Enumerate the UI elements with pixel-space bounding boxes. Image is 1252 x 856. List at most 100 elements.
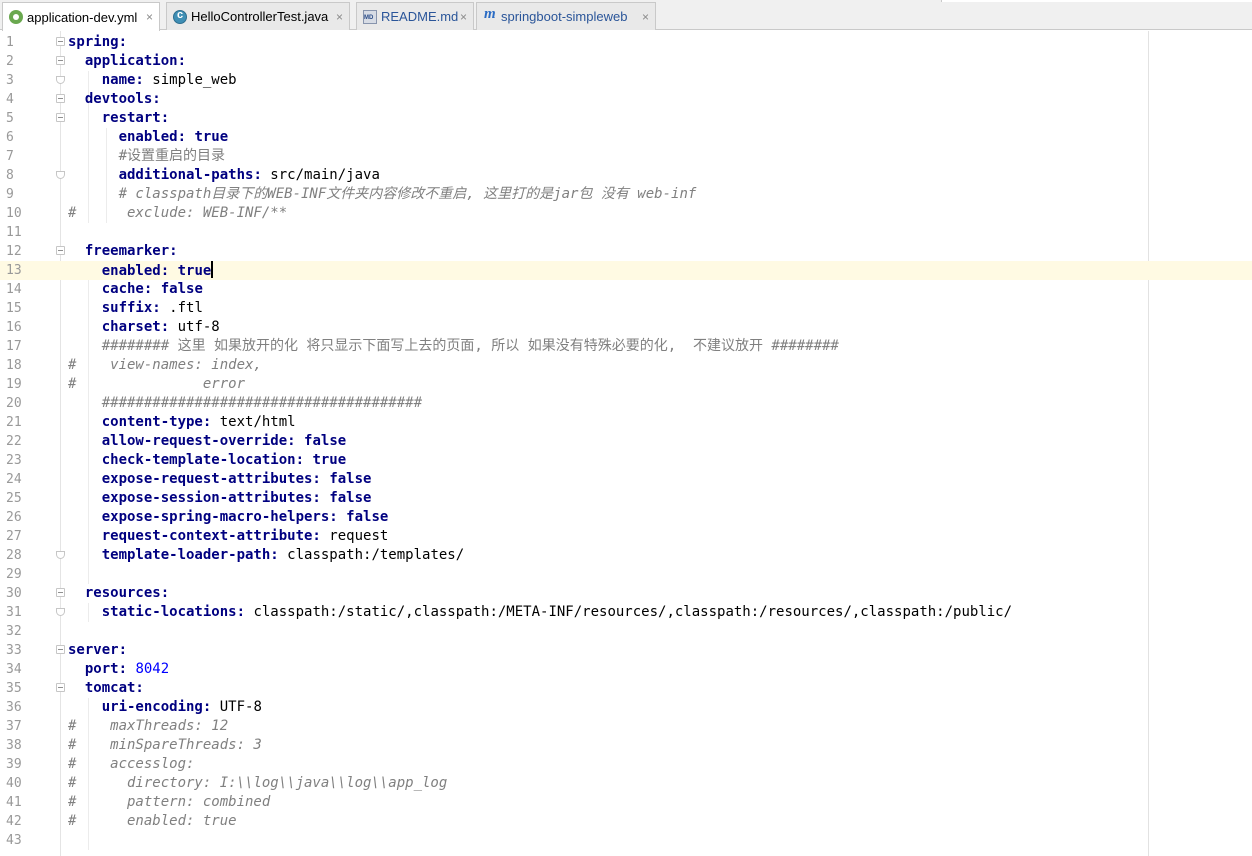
close-icon[interactable]: ×	[146, 10, 153, 24]
code-line[interactable]: 29	[0, 565, 1252, 584]
fold-end-icon[interactable]	[56, 551, 65, 559]
code-line[interactable]: 3 name: simple_web	[0, 71, 1252, 90]
yaml-key-token: check-template-location:	[101, 452, 305, 468]
line-number: 19	[6, 377, 22, 392]
fold-end-icon[interactable]	[56, 171, 65, 179]
code-line[interactable]: 28 template-loader-path: classpath:/temp…	[0, 546, 1252, 565]
text-token: .ftl	[160, 300, 203, 316]
code-line[interactable]: 13 enabled: true	[0, 261, 1252, 280]
line-number: 37	[6, 719, 22, 734]
close-icon[interactable]: ×	[642, 10, 649, 24]
close-icon[interactable]: ×	[336, 10, 343, 24]
code-line[interactable]: 31 static-locations: classpath:/static/,…	[0, 603, 1252, 622]
fold-collapse-icon[interactable]	[56, 37, 65, 46]
yaml-key-token: true	[194, 129, 229, 145]
code-line[interactable]: 32	[0, 622, 1252, 641]
fold-end-icon[interactable]	[56, 76, 65, 84]
editor-tab-bar: application-dev.yml × HelloControllerTes…	[0, 0, 1252, 31]
text-token: request	[320, 528, 389, 544]
tab-hello-controller-test[interactable]: HelloControllerTest.java ×	[166, 2, 350, 30]
fold-collapse-icon[interactable]	[56, 246, 65, 255]
fold-collapse-icon[interactable]	[56, 113, 65, 122]
comment-token: # minSpareThreads: 3	[68, 737, 262, 753]
line-number: 21	[6, 415, 22, 430]
code-line[interactable]: 40 # directory: I:\\log\\java\\log\\app_l…	[0, 774, 1252, 793]
fold-collapse-icon[interactable]	[56, 588, 65, 597]
code-line[interactable]: 27 request-context-attribute: request	[0, 527, 1252, 546]
code-line[interactable]: 33 server:	[0, 641, 1252, 660]
code-line[interactable]: 15 suffix: .ftl	[0, 299, 1252, 318]
code-line[interactable]: 37 # maxThreads: 12	[0, 717, 1252, 736]
code-line[interactable]: 35 tomcat:	[0, 679, 1252, 698]
line-code: enabled: true	[68, 261, 214, 281]
code-line[interactable]: 24 expose-request-attributes: false	[0, 470, 1252, 489]
line-number: 7	[6, 149, 14, 164]
text-token: UTF-8	[211, 699, 262, 715]
code-line[interactable]: 12 freemarker:	[0, 242, 1252, 261]
code-line[interactable]: 42 # enabled: true	[0, 812, 1252, 831]
code-line[interactable]: 19 # error	[0, 375, 1252, 394]
comment-token: # maxThreads: 12	[68, 718, 229, 734]
code-line[interactable]: 10 # exclude: WEB-INF/**	[0, 204, 1252, 223]
fold-collapse-icon[interactable]	[56, 94, 65, 103]
yaml-key-token: enabled:	[118, 129, 187, 145]
comment-token: # pattern: combined	[68, 794, 271, 810]
tab-readme-md[interactable]: README.md ×	[356, 2, 474, 30]
code-line[interactable]: 14 cache: false	[0, 280, 1252, 299]
code-line[interactable]: 9 # classpath目录下的WEB-INF文件夹内容修改不重启, 这里打的…	[0, 185, 1252, 204]
tab-label: README.md	[381, 9, 459, 24]
code-line[interactable]: 26 expose-spring-macro-helpers: false	[0, 508, 1252, 527]
code-line[interactable]: 6 enabled: true	[0, 128, 1252, 147]
code-line[interactable]: 30 resources:	[0, 584, 1252, 603]
line-code: # directory: I:\\log\\java\\log\\app_log	[68, 774, 447, 793]
code-line[interactable]: 5 restart:	[0, 109, 1252, 128]
line-code: server:	[68, 641, 127, 660]
comment-token: # accesslog:	[68, 756, 195, 772]
fold-collapse-icon[interactable]	[56, 645, 65, 654]
line-code: static-locations: classpath:/static/,cla…	[68, 603, 1012, 622]
tab-springboot-simpleweb[interactable]: springboot-simpleweb ×	[476, 2, 656, 30]
code-line[interactable]: 22 allow-request-override: false	[0, 432, 1252, 451]
code-line[interactable]: 16 charset: utf-8	[0, 318, 1252, 337]
code-line[interactable]: 34 port: 8042	[0, 660, 1252, 679]
code-line[interactable]: 20 #####################################…	[0, 394, 1252, 413]
fold-end-icon[interactable]	[56, 608, 65, 616]
code-line[interactable]: 23 check-template-location: true	[0, 451, 1252, 470]
code-line[interactable]: 11	[0, 223, 1252, 242]
fold-collapse-icon[interactable]	[56, 683, 65, 692]
code-editor[interactable]: 1 spring: 2 application: 3 name: simple_web…	[0, 31, 1252, 856]
line-number: 1	[6, 35, 14, 50]
code-line[interactable]: 4 devtools:	[0, 90, 1252, 109]
code-line[interactable]: 17 ######## 这里 如果放开的化 将只显示下面写上去的页面, 所以 如…	[0, 337, 1252, 356]
code-line[interactable]: 7 #设置重启的目录	[0, 147, 1252, 166]
code-line[interactable]: 41 # pattern: combined	[0, 793, 1252, 812]
yaml-key-token: expose-session-attributes:	[101, 490, 321, 506]
code-line[interactable]: 43	[0, 831, 1252, 850]
fold-collapse-icon[interactable]	[56, 56, 65, 65]
tab-application-dev-yml[interactable]: application-dev.yml ×	[2, 2, 160, 31]
code-line[interactable]: 39 # accesslog:	[0, 755, 1252, 774]
tab-label: HelloControllerTest.java	[191, 9, 329, 24]
line-code: check-template-location: true	[68, 451, 346, 470]
code-line[interactable]: 25 expose-session-attributes: false	[0, 489, 1252, 508]
code-line[interactable]: 8 additional-paths: src/main/java	[0, 166, 1252, 185]
markdown-file-icon	[363, 9, 377, 24]
line-code: allow-request-override: false	[68, 432, 346, 451]
code-line[interactable]: 18 # view-names: index,	[0, 356, 1252, 375]
code-line[interactable]: 21 content-type: text/html	[0, 413, 1252, 432]
code-line[interactable]: 38 # minSpareThreads: 3	[0, 736, 1252, 755]
code-line[interactable]: 36 uri-encoding: UTF-8	[0, 698, 1252, 717]
line-code: # view-names: index,	[68, 356, 262, 375]
code-line[interactable]: 1 spring:	[0, 33, 1252, 52]
code-line[interactable]: 2 application:	[0, 52, 1252, 71]
text-token: classpath:/static/,classpath:/META-INF/r…	[245, 604, 1013, 620]
text-token: utf-8	[169, 319, 220, 335]
close-icon[interactable]: ×	[460, 10, 467, 24]
